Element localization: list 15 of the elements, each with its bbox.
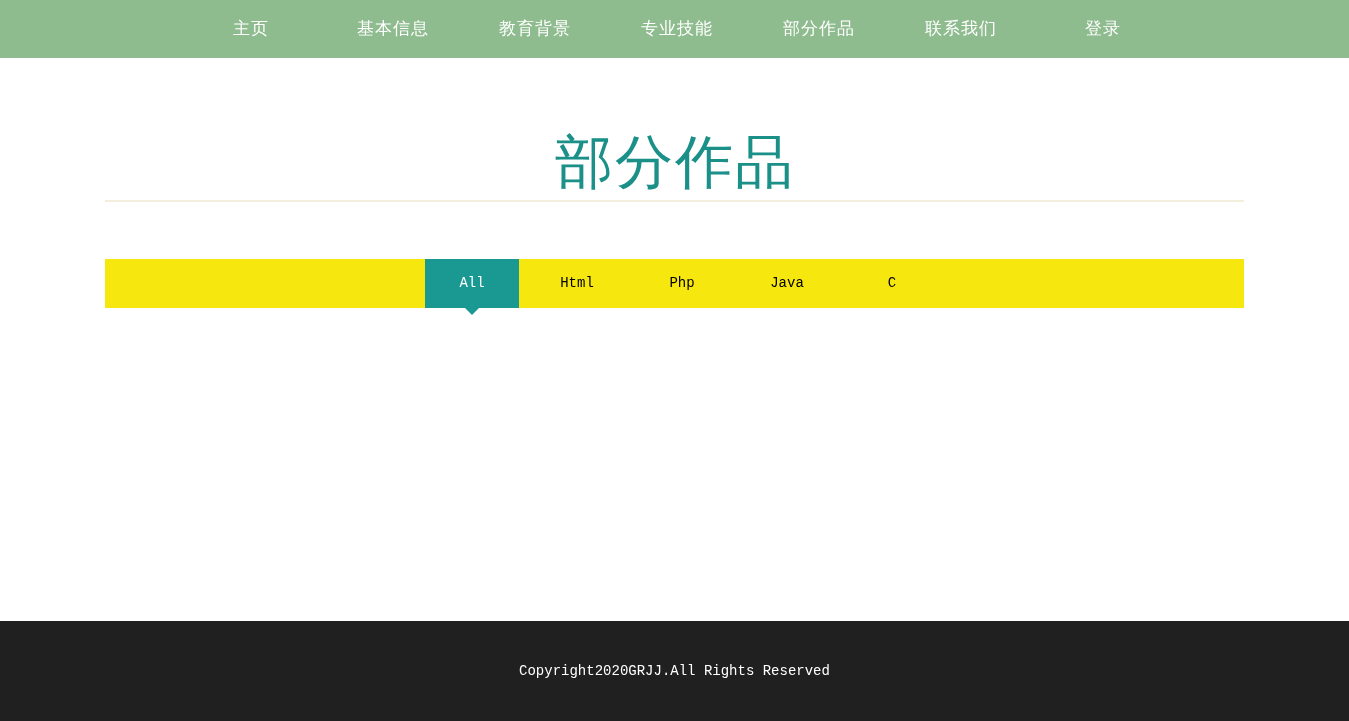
nav-link[interactable]: 部分作品	[747, 16, 890, 42]
copyright-text: Copyright2020GRJJ.All Rights Reserved	[519, 661, 830, 681]
nav-link[interactable]: 联系我们	[889, 16, 1032, 42]
filter-tab[interactable]: All	[425, 259, 519, 308]
nav-link[interactable]: 基本信息	[321, 16, 464, 42]
nav-link[interactable]: 主页	[179, 16, 322, 42]
filter-tab[interactable]: C	[845, 259, 939, 308]
filter-tab[interactable]: Html	[530, 259, 624, 308]
nav-link[interactable]: 登录	[1031, 16, 1174, 42]
section-title: 部分作品	[554, 130, 795, 194]
filter-tab[interactable]: Php	[635, 259, 729, 308]
tab-pointer-icon	[465, 308, 479, 315]
nav-link[interactable]: 教育背景	[463, 16, 606, 42]
nav-link[interactable]: 专业技能	[605, 16, 748, 42]
filter-tab[interactable]: Java	[740, 259, 834, 308]
